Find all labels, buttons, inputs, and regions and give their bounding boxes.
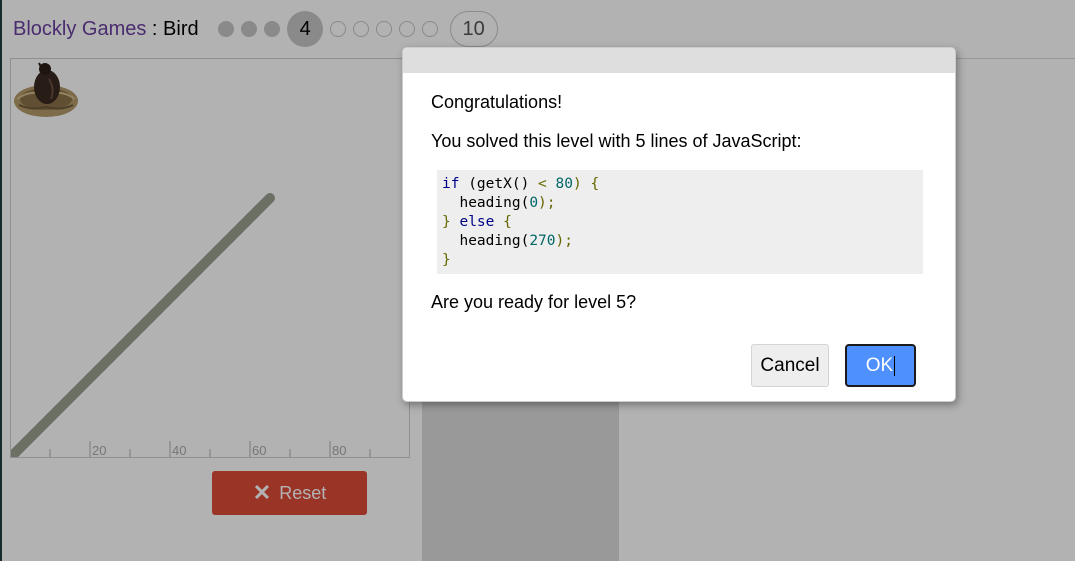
code-token: );: [555, 233, 573, 249]
code-block: if (getX() < 80) { heading(0);} else { h…: [437, 170, 923, 274]
code-token: }: [442, 214, 460, 230]
dialog-message: You solved this level with 5 lines of Ja…: [431, 131, 802, 151]
cancel-button[interactable]: Cancel: [751, 344, 829, 387]
code-token: );: [538, 195, 556, 211]
dialog-header-bar[interactable]: [403, 48, 955, 73]
code-token: heading(: [442, 195, 530, 211]
code-line: heading(270);: [442, 232, 923, 251]
code-token: {: [494, 214, 512, 230]
code-token: 270: [529, 233, 556, 249]
code-token: <: [538, 176, 547, 192]
code-line: if (getX() < 80) {: [442, 175, 923, 194]
code-line: }: [442, 251, 923, 270]
code-token: }: [442, 252, 451, 268]
code-token: else: [459, 214, 495, 230]
code-token: ) {: [572, 176, 600, 192]
ok-button[interactable]: OK: [845, 344, 916, 387]
code-token: (getX(): [459, 176, 539, 192]
dialog-title: Congratulations!: [431, 92, 563, 112]
congratulations-dialog: Congratulations! You solved this level w…: [402, 47, 956, 402]
code-token: heading(: [442, 233, 530, 249]
code-token: 80: [555, 176, 573, 192]
cancel-button-label: Cancel: [760, 354, 820, 376]
code-token: 0: [529, 195, 539, 211]
code-token: if: [442, 176, 460, 192]
code-line: } else {: [442, 213, 923, 232]
code-line: heading(0);: [442, 194, 923, 213]
dialog-question: Are you ready for level 5?: [431, 292, 637, 312]
text-cursor: [894, 355, 896, 376]
ok-button-label: OK: [865, 354, 894, 376]
